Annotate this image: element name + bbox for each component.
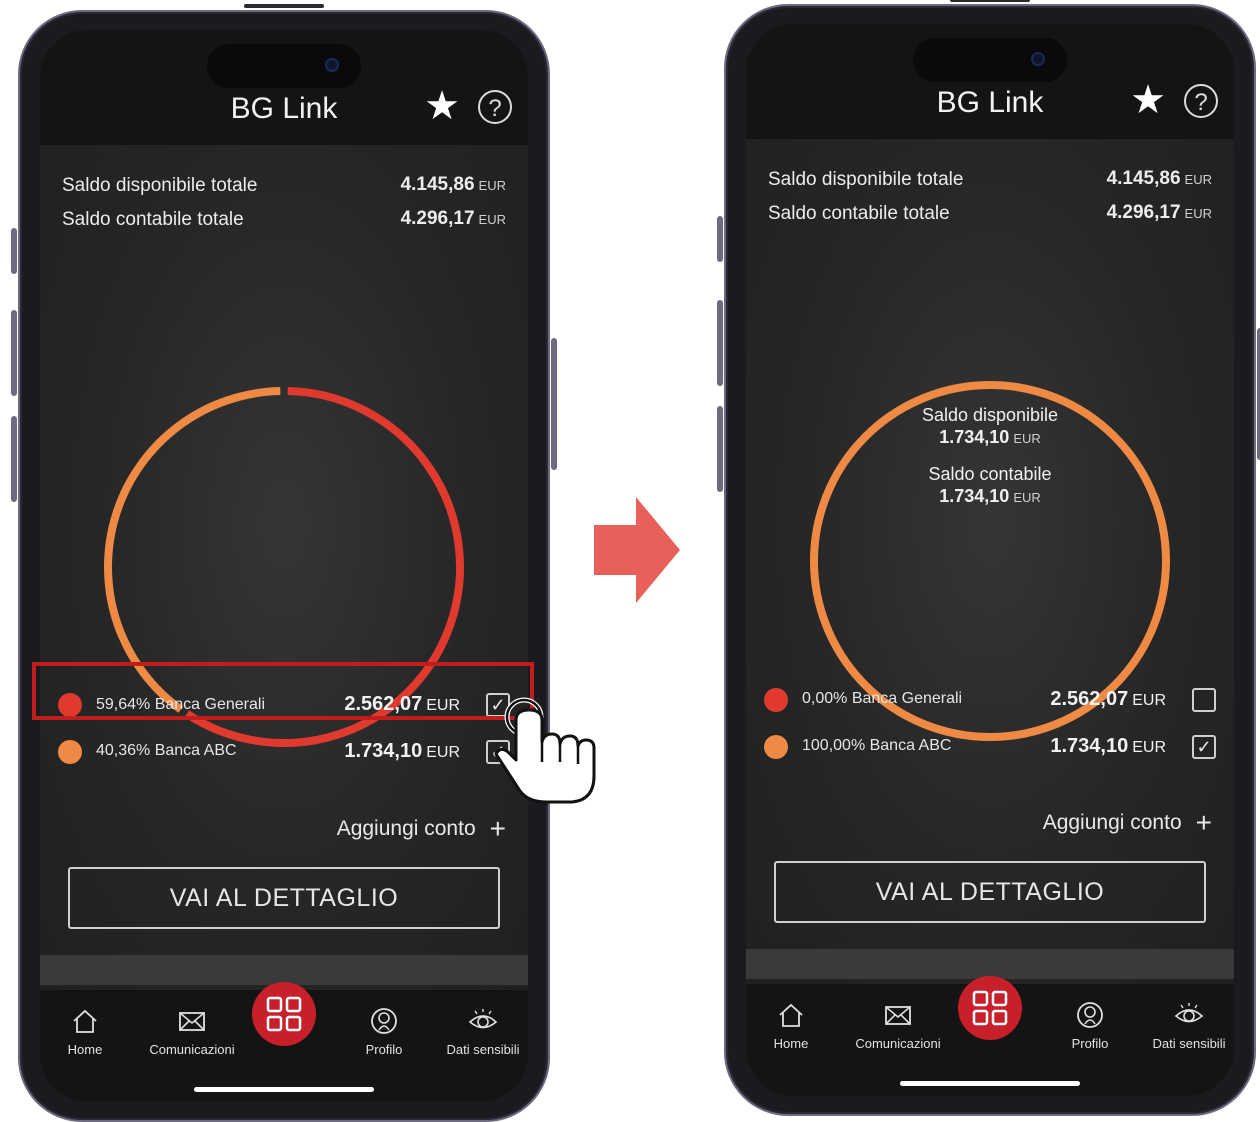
phone-before: BG Link ★ ? Saldo disponibile totale 4.1…: [11, 4, 557, 1122]
accounting-total-label: Saldo contabile totale: [62, 209, 244, 230]
account-row-banca-abc[interactable]: 40,36% Banca ABC 1.734,10EUR ✓: [40, 732, 528, 772]
phone-after: BG Link ★ ? Saldo disponibile totale 4.1…: [717, 0, 1260, 1116]
tab-home[interactable]: Home: [746, 1000, 841, 1051]
camera-icon: [325, 58, 339, 72]
grid-icon: [972, 990, 1008, 1026]
transition-arrow-icon: [594, 497, 680, 603]
profile-icon: [1077, 1002, 1103, 1028]
divider: [40, 955, 528, 985]
screen: BG Link ★ ? Saldo disponibile totale 4.1…: [746, 24, 1234, 1096]
eye-icon: [1174, 1003, 1204, 1023]
main-content: Saldo disponibile totale 4.145,86 EUR Sal…: [40, 145, 528, 990]
home-icon: [73, 1009, 97, 1033]
speaker: [950, 0, 1030, 2]
account-amount: 1.734,10 EUR: [1050, 735, 1166, 757]
main-content: Saldo disponibile totale 4.145,86 EUR Sal…: [746, 139, 1234, 984]
tab-label: Dati sensibili: [1152, 1036, 1226, 1051]
volume-up-button: [717, 300, 723, 386]
plus-icon: +: [489, 813, 506, 844]
account-row-banca-abc[interactable]: 100,00% Banca ABC 1.734,10 EUR ✓: [746, 727, 1234, 767]
add-account-button[interactable]: Aggiungi conto +: [337, 813, 506, 845]
plus-icon: +: [1195, 807, 1212, 838]
account-label: 40,36% Banca ABC: [96, 742, 237, 759]
dynamic-island: [207, 44, 361, 88]
mail-icon: [885, 1006, 911, 1025]
available-total-label: Saldo disponibile totale: [62, 175, 258, 196]
profile-icon: [371, 1008, 397, 1034]
volume-down-button: [11, 416, 17, 502]
tab-bar: Home Comunicazioni Profilo Dati sensibil…: [40, 982, 528, 1102]
tap-hand-icon: [494, 697, 596, 804]
tab-label: Dati sensibili: [446, 1042, 520, 1057]
star-icon[interactable]: ★: [424, 86, 460, 126]
account-color-dot: [764, 735, 788, 759]
ring-available-amount: 1.734,10 EUR: [939, 427, 1041, 447]
grid-icon: [266, 996, 302, 1032]
dynamic-island: [913, 38, 1067, 82]
power-button: [551, 338, 557, 470]
home-indicator: [194, 1087, 374, 1092]
detail-button[interactable]: VAI AL DETTAGLIO: [774, 861, 1206, 923]
mail-icon: [179, 1012, 205, 1031]
account-label: 100,00% Banca ABC: [802, 737, 952, 754]
accounting-total-label: Saldo contabile totale: [768, 203, 950, 224]
silent-switch: [11, 228, 17, 274]
help-icon[interactable]: ?: [1184, 84, 1218, 118]
tab-home[interactable]: Home: [40, 1006, 135, 1057]
help-icon[interactable]: ?: [478, 90, 512, 124]
volume-up-button: [11, 310, 17, 396]
ring-available-label: Saldo disponibile: [921, 405, 1059, 425]
tab-label: Comunicazioni: [855, 1036, 941, 1051]
available-total-value: 4.145,86 EUR: [400, 174, 506, 195]
ring-accounting-label: Saldo contabile: [928, 464, 1052, 484]
account-color-dot: [764, 688, 788, 712]
add-account-button[interactable]: Aggiungi conto +: [1043, 807, 1212, 839]
ring-accounting-amount: 1.734,10 EUR: [939, 486, 1041, 506]
speaker: [244, 4, 324, 8]
tab-dati-sensibili[interactable]: Dati sensibili: [1139, 1000, 1234, 1051]
account-label: 0,00% Banca Generali: [802, 690, 963, 707]
tab-label: Profilo: [365, 1042, 403, 1057]
eye-icon: [468, 1009, 498, 1029]
tab-profilo[interactable]: Profilo: [1040, 1000, 1140, 1051]
highlight-box: [32, 662, 534, 720]
menu-fab[interactable]: [958, 976, 1022, 1040]
tab-bar: Home Comunicazioni Profilo Dati sensibil…: [746, 976, 1234, 1096]
detail-button[interactable]: VAI AL DETTAGLIO: [68, 867, 500, 929]
tab-profilo[interactable]: Profilo: [334, 1006, 434, 1057]
tab-label: Profilo: [1071, 1036, 1109, 1051]
menu-fab[interactable]: [252, 982, 316, 1046]
tab-label: Home: [773, 1036, 809, 1051]
available-total-label: Saldo disponibile totale: [768, 169, 964, 190]
tab-label: Home: [67, 1042, 103, 1057]
silent-switch: [717, 216, 723, 262]
volume-down-button: [717, 406, 723, 492]
divider: [746, 949, 1234, 979]
accounting-total-value: 4.296,17 EUR: [1106, 202, 1212, 223]
screen: BG Link ★ ? Saldo disponibile totale 4.1…: [40, 30, 528, 1102]
account-amount: 2.562,07 EUR: [1050, 688, 1166, 710]
tab-label: Comunicazioni: [149, 1042, 235, 1057]
tab-comunicazioni[interactable]: Comunicazioni: [848, 1000, 948, 1051]
tab-comunicazioni[interactable]: Comunicazioni: [142, 1006, 242, 1057]
account-checkbox[interactable]: ✓: [1192, 735, 1216, 759]
account-amount: 1.734,10 EUR: [344, 740, 460, 762]
home-indicator: [900, 1081, 1080, 1086]
available-total-value: 4.145,86 EUR: [1106, 168, 1212, 189]
account-row-banca-generali[interactable]: 0,00% Banca Generali 2.562,07 EUR: [746, 680, 1234, 720]
home-icon: [779, 1003, 803, 1027]
camera-icon: [1031, 52, 1045, 66]
account-checkbox[interactable]: [1192, 688, 1216, 712]
accounting-total-value: 4.296,17 EUR: [400, 208, 506, 229]
account-color-dot: [58, 740, 82, 764]
tab-dati-sensibili[interactable]: Dati sensibili: [433, 1006, 528, 1057]
star-icon[interactable]: ★: [1130, 80, 1166, 120]
